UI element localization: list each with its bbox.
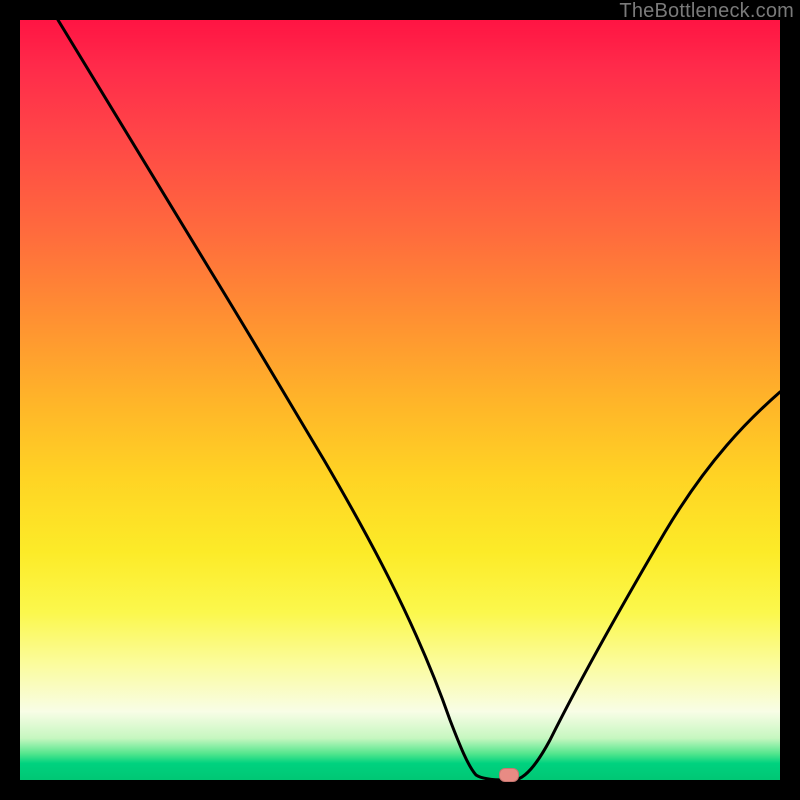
watermark-text: TheBottleneck.com	[619, 0, 794, 23]
optimal-marker	[499, 768, 519, 782]
bottleneck-curve	[58, 20, 780, 780]
chart-frame: TheBottleneck.com	[0, 0, 800, 800]
plot-area	[20, 20, 780, 780]
curve-layer	[20, 20, 780, 780]
